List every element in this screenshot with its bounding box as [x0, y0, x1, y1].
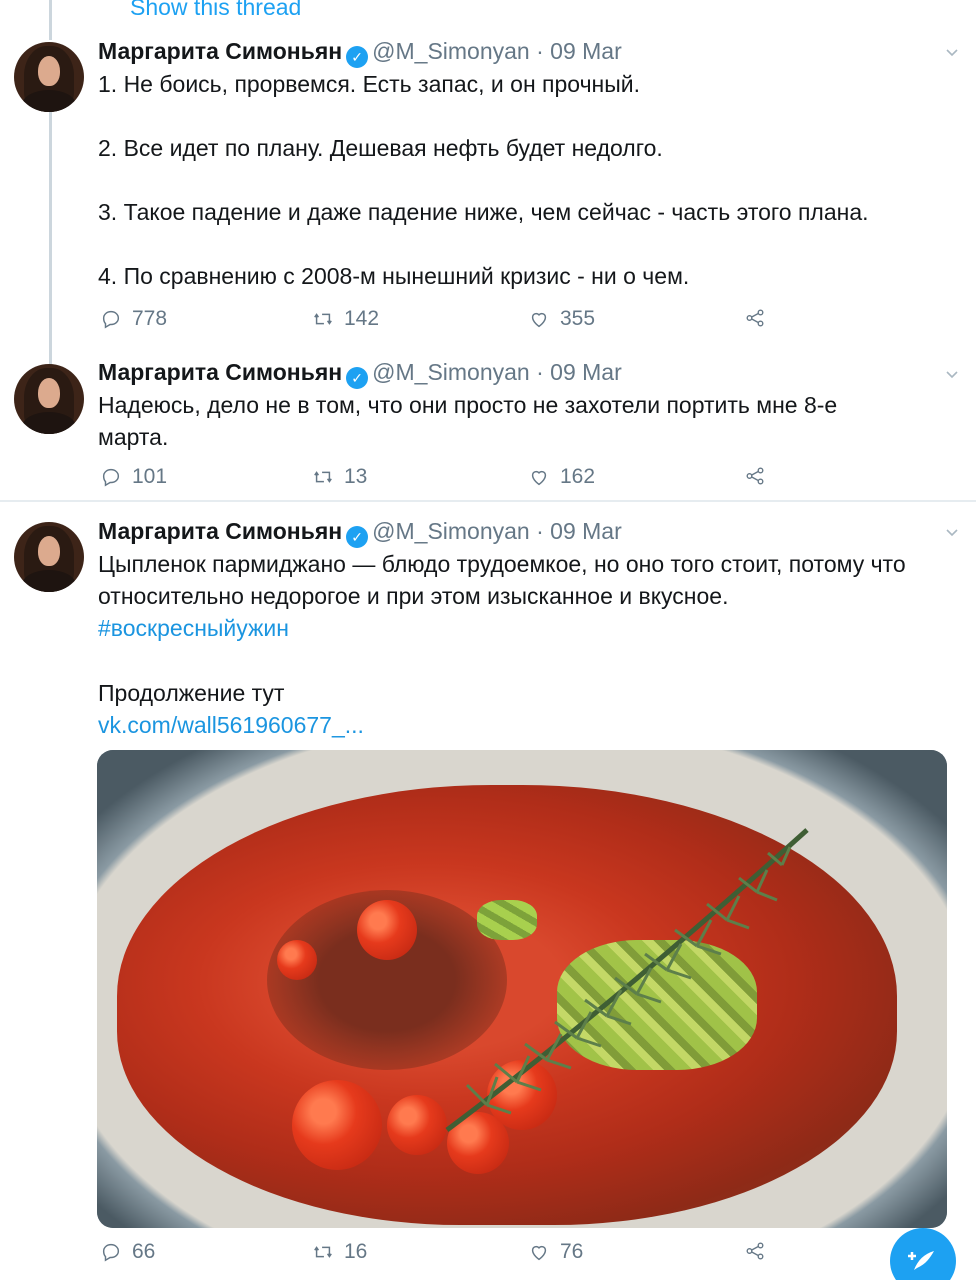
heart-icon	[531, 470, 547, 486]
reply-button[interactable]: 101	[100, 465, 167, 489]
compose-tweet-icon	[908, 1251, 934, 1270]
chevron-down-icon[interactable]	[944, 366, 960, 382]
retweet-icon	[314, 471, 332, 483]
verified-badge-icon: ✓	[346, 46, 369, 68]
tweet-photo[interactable]	[97, 750, 947, 1228]
retweet-button[interactable]: 13	[312, 465, 367, 489]
tweet-header: Маргарита Симоньян ✓ @M_Simonyan · 09 Mar	[98, 516, 622, 548]
tweet-actions: 778 142 355	[100, 307, 780, 335]
verified-badge-icon: ✓	[346, 367, 369, 389]
tweet-text: Цыпленок пармиджано — блюдо трудоемкое, …	[98, 551, 913, 609]
reply-button[interactable]: 778	[100, 307, 167, 331]
avatar[interactable]	[14, 42, 84, 112]
like-count: 76	[560, 1240, 584, 1263]
author-handle[interactable]: @M_Simonyan	[372, 359, 530, 385]
show-thread-link[interactable]: Show this thread	[130, 0, 301, 21]
separator: ·	[536, 359, 544, 385]
retweet-button[interactable]: 16	[312, 1240, 367, 1264]
separator: ·	[536, 518, 544, 544]
author-name[interactable]: Маргарита Симоньян	[98, 518, 342, 544]
reply-button[interactable]: 66	[100, 1240, 155, 1264]
reply-count: 778	[132, 307, 168, 330]
tweet-text: 1. Не боись, прорвемся. Есть запас, и он…	[98, 71, 869, 289]
chevron-down-icon[interactable]	[944, 524, 960, 540]
thread-line	[49, 110, 52, 366]
tweet-header: Маргарита Симоньян ✓ @M_Simonyan · 09 Mar	[98, 357, 622, 389]
author-name[interactable]: Маргарита Симоньян	[98, 38, 342, 64]
tweet-date[interactable]: 09 Mar	[550, 38, 622, 64]
author-handle[interactable]: @M_Simonyan	[372, 38, 530, 64]
retweet-icon	[314, 1246, 332, 1258]
reply-count: 66	[132, 1240, 156, 1263]
author-name[interactable]: Маргарита Симоньян	[98, 359, 342, 385]
continue-text: Продолжение тут	[98, 680, 285, 706]
avatar[interactable]	[14, 522, 84, 592]
like-button[interactable]: 76	[528, 1240, 583, 1264]
reply-icon	[102, 468, 120, 487]
tweet-actions: 66 16 76	[100, 1240, 780, 1268]
share-icon	[746, 309, 764, 327]
avatar[interactable]	[14, 364, 84, 434]
thread-line	[49, 0, 52, 40]
external-link[interactable]: vk.com/wall561960677_...	[98, 709, 948, 741]
tweet-actions: 101 13 162	[100, 465, 780, 493]
share-button[interactable]	[744, 1240, 766, 1262]
share-icon	[746, 467, 764, 485]
reply-icon	[102, 310, 120, 329]
compose-tweet-button[interactable]	[890, 1228, 956, 1280]
chevron-down-icon[interactable]	[944, 44, 960, 60]
verified-badge-icon: ✓	[346, 526, 369, 548]
separator: ·	[536, 38, 544, 64]
author-handle[interactable]: @M_Simonyan	[372, 518, 530, 544]
hashtag-link[interactable]: #воскресныйужин	[98, 612, 948, 644]
heart-icon	[531, 312, 547, 328]
heart-icon	[531, 1245, 547, 1261]
retweet-icon	[314, 313, 332, 325]
retweet-button[interactable]: 142	[312, 307, 379, 331]
retweet-count: 142	[344, 307, 380, 330]
retweet-count: 13	[344, 465, 368, 488]
reply-count: 101	[132, 465, 168, 488]
like-count: 355	[560, 307, 596, 330]
tweet-header: Маргарита Симоньян ✓ @M_Simonyan · 09 Mar	[98, 36, 622, 68]
like-button[interactable]: 162	[528, 465, 595, 489]
share-button[interactable]	[744, 465, 766, 487]
tweet-text: Надеюсь, дело не в том, что они просто н…	[98, 392, 844, 450]
divider	[0, 500, 976, 502]
like-button[interactable]: 355	[528, 307, 595, 331]
reply-icon	[102, 1243, 120, 1262]
tweet-date[interactable]: 09 Mar	[550, 518, 622, 544]
share-button[interactable]	[744, 307, 766, 329]
tweet-date[interactable]: 09 Mar	[550, 359, 622, 385]
share-icon	[746, 1242, 764, 1260]
like-count: 162	[560, 465, 596, 488]
retweet-count: 16	[344, 1240, 368, 1263]
